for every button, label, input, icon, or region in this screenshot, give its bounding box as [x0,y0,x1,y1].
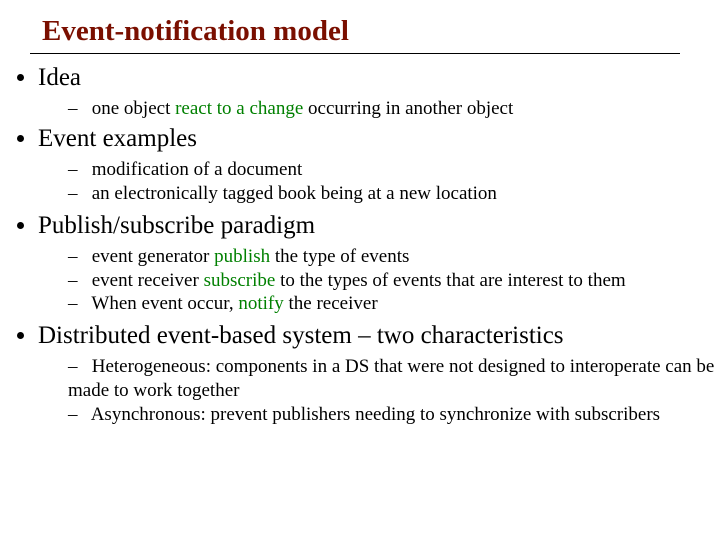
sub-text-post: the type of events [270,246,409,267]
sub-item: event receiver subscribe to the types of… [68,269,720,293]
bullet-list: Idea one object react to a change occurr… [14,62,720,427]
keyword: notify [238,293,283,314]
slide-title: Event-notification model [42,14,720,49]
sub-item: one object react to a change occurring i… [68,97,720,121]
sub-item: Asynchronous: prevent publishers needing… [68,403,720,427]
title-block: Event-notification model [0,0,720,49]
sub-list: Heterogeneous: components in a DS that w… [38,355,720,426]
sub-text-pre: When event occur, [91,293,238,314]
sub-text-pre: event receiver [92,270,204,291]
keyword: subscribe [204,270,276,291]
sub-item: modification of a document [68,158,720,182]
keyword: publish [214,246,270,267]
bullet-idea: Idea one object react to a change occurr… [38,62,720,121]
bullet-label: Distributed event-based system – two cha… [38,322,564,349]
sub-text: Heterogeneous: components in a DS that w… [68,356,714,401]
sub-text-pre: one object [92,98,175,119]
sub-text: an electronically tagged book being at a… [92,183,497,204]
sub-item: Heterogeneous: components in a DS that w… [68,355,720,403]
sub-text: Asynchronous: prevent publishers needing… [91,404,660,425]
sub-list: modification of a document an electronic… [38,158,720,206]
bullet-event-examples: Event examples modification of a documen… [38,123,720,206]
sub-list: event generator publish the type of even… [38,245,720,316]
keyword: react to a change [175,98,303,119]
bullet-label: Idea [38,64,81,91]
bullet-label: Publish/subscribe paradigm [38,212,315,239]
bullet-publish-subscribe: Publish/subscribe paradigm event generat… [38,210,720,317]
sub-text-pre: event generator [92,246,214,267]
bullet-label: Event examples [38,125,197,152]
slide: Event-notification model Idea one object… [0,0,720,540]
sub-text-post: to the types of events that are interest… [275,270,625,291]
sub-text: modification of a document [92,159,303,180]
sub-text-post: the receiver [284,293,378,314]
sub-list: one object react to a change occurring i… [38,97,720,121]
sub-item: When event occur, notify the receiver [68,292,720,316]
sub-item: event generator publish the type of even… [68,245,720,269]
sub-text-post: occurring in another object [303,98,513,119]
bullet-distributed-system: Distributed event-based system – two cha… [38,320,720,427]
sub-item: an electronically tagged book being at a… [68,182,720,206]
slide-content: Idea one object react to a change occurr… [0,54,720,427]
